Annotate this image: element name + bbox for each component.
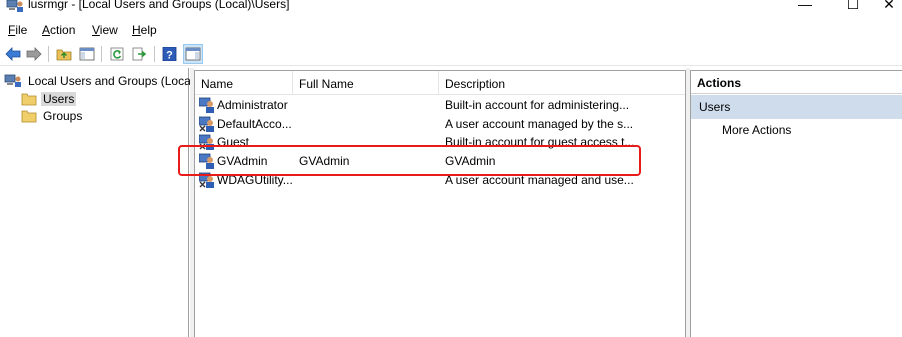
- forward-arrow-icon[interactable]: [24, 44, 44, 64]
- user-icon: [199, 153, 214, 169]
- cell-full-name: [299, 115, 439, 133]
- cell-description: A user account managed by the s...: [445, 117, 634, 131]
- toolbar: ?: [0, 42, 902, 66]
- refresh-icon[interactable]: [107, 44, 127, 64]
- more-actions-link[interactable]: More Actions: [722, 123, 791, 137]
- tree-item-groups[interactable]: Groups: [21, 107, 84, 124]
- menu-bar: File Action View Help: [0, 20, 902, 40]
- user-icon: [199, 172, 214, 188]
- toolbar-separator: [48, 46, 49, 62]
- menu-help-label: elp: [140, 23, 157, 37]
- user-icon: [199, 97, 214, 113]
- column-header-description[interactable]: Description: [439, 71, 685, 95]
- table-row[interactable]: Guest Built-in account for guest access …: [195, 133, 685, 151]
- toolbar-separator: [101, 46, 102, 62]
- table-row[interactable]: WDAGUtility... A user account managed an…: [195, 171, 685, 189]
- tree-item-label: Groups: [43, 108, 83, 123]
- cell-name: WDAGUtility...: [217, 173, 293, 187]
- cell-description: Built-in account for guest access t...: [445, 135, 635, 149]
- column-header-name[interactable]: Name: [195, 71, 293, 95]
- user-icon: [199, 134, 214, 150]
- maximize-button[interactable]: ☐: [830, 0, 876, 16]
- window-title: lusrmgr - [Local Users and Groups (Local…: [28, 0, 290, 11]
- cell-description: GVAdmin: [445, 154, 496, 168]
- menu-file-label: ile: [15, 23, 28, 37]
- menu-file[interactable]: File: [8, 23, 27, 37]
- cell-full-name: [299, 96, 439, 114]
- cell-full-name: [299, 133, 439, 151]
- cell-full-name: GVAdmin: [299, 154, 350, 168]
- actions-section-users[interactable]: Users: [691, 95, 902, 119]
- tree-item-label: Local Users and Groups (Local): [28, 73, 198, 88]
- title-bar: lusrmgr - [Local Users and Groups (Local…: [0, 0, 902, 17]
- menu-view[interactable]: View: [92, 23, 118, 37]
- cell-description: A user account managed and use...: [445, 173, 634, 187]
- toolbar-separator: [154, 46, 155, 62]
- menu-action-label: ction: [50, 23, 76, 37]
- menu-view-label: iew: [99, 23, 118, 37]
- show-hide-tree-icon[interactable]: [77, 44, 97, 64]
- cell-name: Administrator: [217, 98, 288, 112]
- export-list-icon[interactable]: [130, 44, 150, 64]
- tree-item-users[interactable]: Users: [21, 90, 77, 107]
- tree-item-local-users-and-groups[interactable]: Local Users and Groups (Local): [4, 72, 199, 89]
- tree-item-label: Users: [41, 91, 77, 106]
- list-header: Name Full Name Description: [195, 71, 685, 95]
- cell-name: GVAdmin: [217, 154, 268, 168]
- menu-action[interactable]: Action: [42, 23, 75, 37]
- help-icon[interactable]: ?: [160, 44, 180, 64]
- menu-view-accel: V: [92, 23, 100, 37]
- user-list-pane: Name Full Name Description Administrator…: [194, 70, 686, 337]
- table-row[interactable]: DefaultAcco... A user account managed by…: [195, 115, 685, 133]
- computer-users-icon: [6, 0, 23, 12]
- show-hide-action-pane-icon[interactable]: [183, 44, 203, 64]
- folder-icon: [21, 93, 37, 105]
- table-row[interactable]: GVAdmin GVAdmin GVAdmin: [195, 152, 685, 170]
- tree-pane: Local Users and Groups (Local) Users Gro…: [0, 68, 197, 337]
- actions-pane: Actions Users More Actions: [690, 70, 902, 337]
- close-button[interactable]: ✕: [876, 0, 902, 16]
- column-header-full-name[interactable]: Full Name: [293, 71, 439, 95]
- folder-icon: [21, 110, 37, 122]
- cell-name: DefaultAcco...: [217, 117, 292, 131]
- cell-description: Built-in account for administering...: [445, 98, 630, 112]
- menu-help[interactable]: Help: [132, 23, 157, 37]
- up-folder-icon[interactable]: [54, 44, 74, 64]
- cell-name: Guest: [217, 135, 250, 149]
- table-row[interactable]: Administrator Built-in account for admin…: [195, 96, 685, 114]
- user-icon: [199, 116, 214, 132]
- minimize-button[interactable]: —: [782, 0, 828, 16]
- actions-header: Actions: [691, 71, 902, 94]
- svg-text:?: ?: [166, 50, 173, 62]
- computer-users-icon: [4, 74, 21, 87]
- cell-full-name: [299, 171, 439, 189]
- menu-help-accel: H: [132, 23, 141, 37]
- menu-action-accel: A: [42, 23, 51, 37]
- back-arrow-icon[interactable]: [3, 44, 23, 64]
